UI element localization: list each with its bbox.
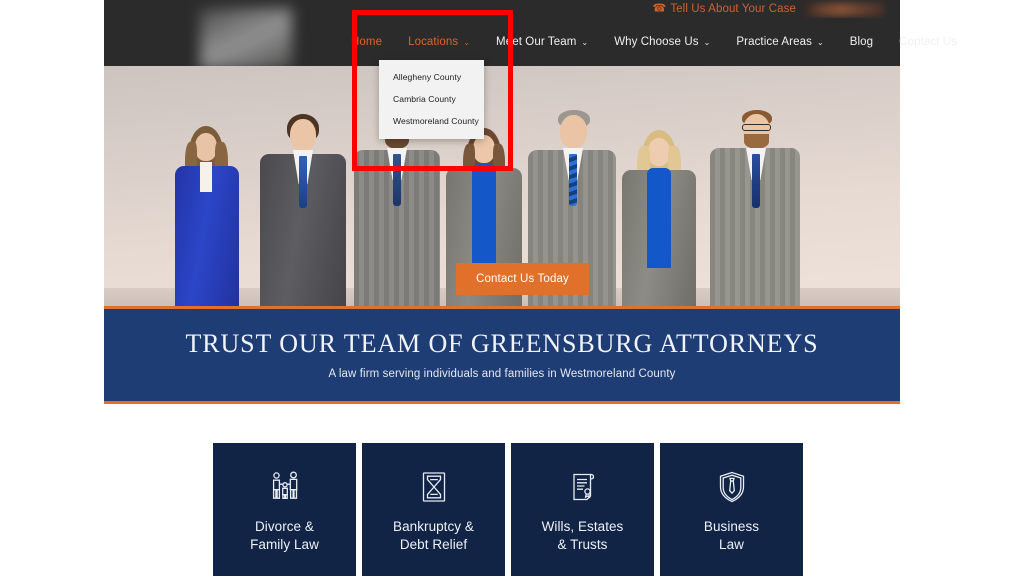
head xyxy=(560,115,587,148)
shield-tie-icon xyxy=(715,470,749,504)
nav-list: Home Locations ⌄ Meet Our Team ⌄ Why Cho… xyxy=(338,18,970,66)
nav-item-why-choose-us[interactable]: Why Choose Us ⌄ xyxy=(601,18,723,66)
dropdown-item-westmoreland-county[interactable]: Westmoreland County xyxy=(379,110,484,132)
site-logo[interactable] xyxy=(200,8,292,70)
practice-card-label: Business Law xyxy=(703,518,760,552)
family-icon xyxy=(268,470,302,504)
phone-number-redacted[interactable] xyxy=(806,2,884,16)
practice-card-business-law[interactable]: Business Law xyxy=(660,443,803,576)
phone-icon: ☎ xyxy=(652,2,667,14)
head xyxy=(290,119,316,151)
page-subtitle: A law firm serving individuals and famil… xyxy=(328,367,676,380)
contact-us-today-button[interactable]: Contact Us Today xyxy=(456,263,589,295)
head xyxy=(473,135,495,163)
tell-us-about-your-case-link[interactable]: ☎ Tell Us About Your Case xyxy=(652,2,884,16)
nav-label: Contact Us xyxy=(899,36,958,48)
dropdown-item-allegheny-county[interactable]: Allegheny County xyxy=(379,66,484,88)
tell-us-label: Tell Us About Your Case xyxy=(670,3,796,15)
practice-areas-cards: Divorce & Family Law Bankruptcy & Debt Rel… xyxy=(213,443,803,576)
attorney-figure xyxy=(260,114,346,306)
blouse xyxy=(472,164,496,268)
practice-card-wills-estates-trusts[interactable]: Wills, Estates & Trusts xyxy=(511,443,654,576)
nav-item-locations[interactable]: Locations ⌄ xyxy=(395,18,483,66)
dropdown-item-cambria-county[interactable]: Cambria County xyxy=(379,88,484,110)
practice-card-divorce-family-law[interactable]: Divorce & Family Law xyxy=(213,443,356,576)
necktie xyxy=(299,156,307,208)
scroll-icon xyxy=(566,470,600,504)
nav-label: Why Choose Us xyxy=(614,36,699,48)
chevron-down-icon: ⌄ xyxy=(581,38,589,47)
head xyxy=(648,138,670,166)
nav-item-home[interactable]: Home xyxy=(338,18,395,66)
chevron-down-icon: ⌄ xyxy=(463,38,471,47)
necktie xyxy=(569,154,577,206)
attorney-figure xyxy=(620,130,698,306)
main-navbar: Home Locations ⌄ Meet Our Team ⌄ Why Cho… xyxy=(104,8,957,70)
practice-card-label: Wills, Estates & Trusts xyxy=(541,518,624,552)
nav-label: Home xyxy=(351,36,383,48)
chevron-down-icon: ⌄ xyxy=(816,38,824,47)
blouse xyxy=(647,168,671,268)
practice-card-bankruptcy-debt-relief[interactable]: Bankruptcy & Debt Relief xyxy=(362,443,505,576)
nav-item-practice-areas[interactable]: Practice Areas ⌄ xyxy=(723,18,836,66)
necktie xyxy=(752,154,760,208)
head xyxy=(195,133,217,161)
shirt xyxy=(200,162,212,192)
page-root: ☎ Tell Us About Your Case Home Locations… xyxy=(0,0,1024,576)
hero-section: Contact Us Today xyxy=(104,66,900,306)
nav-item-meet-our-team[interactable]: Meet Our Team ⌄ xyxy=(483,18,601,66)
hero-banner: TRUST OUR TEAM OF GREENSBURG ATTORNEYS A… xyxy=(104,309,900,401)
banner-bottom-accent-rule xyxy=(104,401,900,404)
chevron-down-icon: ⌄ xyxy=(703,38,711,47)
eyeglasses xyxy=(742,124,771,131)
nav-label: Blog xyxy=(849,36,874,48)
nav-item-blog[interactable]: Blog xyxy=(837,18,886,66)
nav-label: Practice Areas xyxy=(736,36,812,48)
attorney-figure xyxy=(710,110,800,306)
practice-card-label: Bankruptcy & Debt Relief xyxy=(393,518,474,552)
website-viewport: ☎ Tell Us About Your Case Home Locations… xyxy=(104,0,957,404)
beard xyxy=(744,134,769,149)
practice-card-label: Divorce & Family Law xyxy=(250,518,319,552)
necktie xyxy=(393,154,401,206)
hourglass-icon xyxy=(417,470,451,504)
locations-dropdown-menu: Allegheny County Cambria County Westmore… xyxy=(379,60,484,139)
attorney-figure xyxy=(354,110,440,306)
nav-item-contact-us[interactable]: Contact Us xyxy=(886,18,970,66)
nav-label: Locations xyxy=(408,36,459,48)
nav-label: Meet Our Team xyxy=(496,36,577,48)
attorney-figure xyxy=(169,126,243,306)
page-title: TRUST OUR TEAM OF GREENSBURG ATTORNEYS xyxy=(185,328,819,358)
